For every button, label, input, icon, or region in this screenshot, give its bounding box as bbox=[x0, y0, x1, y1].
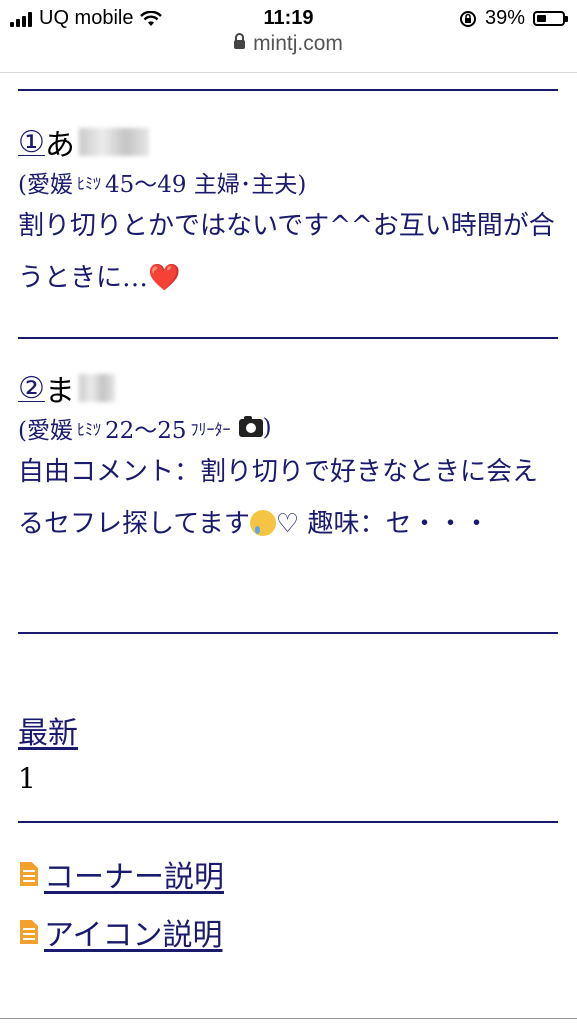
poster-name: あ bbox=[44, 128, 75, 163]
post-number-link[interactable]: ① bbox=[18, 125, 45, 160]
heart-emoji: ❤️ bbox=[148, 263, 181, 293]
blurred-name bbox=[78, 374, 115, 402]
post-body-text-cont: ♡ 趣味：セ・・・ bbox=[275, 509, 490, 539]
rotation-lock-icon bbox=[459, 10, 476, 27]
post-body-text: 割り切りとかではないです^^お互い時間が合うときに… bbox=[18, 211, 555, 293]
camera-icon bbox=[238, 416, 263, 437]
document-icon bbox=[20, 920, 38, 944]
document-icon bbox=[20, 862, 38, 886]
divider bbox=[18, 632, 558, 634]
battery-percent: 39% bbox=[484, 7, 525, 29]
post-number-link[interactable]: ② bbox=[18, 371, 45, 406]
meta-area: (愛媛 bbox=[18, 172, 73, 198]
meta-age-tag: ﾋﾐﾂ bbox=[76, 174, 101, 193]
post-header: ② ま bbox=[18, 368, 563, 409]
icon-description-link[interactable]: アイコン説明 bbox=[20, 910, 223, 954]
divider bbox=[18, 337, 558, 339]
meta-age-tag: ﾋﾐﾂ bbox=[76, 420, 101, 439]
post-item: ① あ (愛媛 ﾋﾐﾂ 45〜49 主婦･主夫) 割り切りとかではないです^^お… bbox=[18, 122, 563, 304]
divider bbox=[18, 89, 558, 91]
blurred-name bbox=[78, 128, 149, 156]
post-meta: (愛媛 ﾋﾐﾂ 45〜49 主婦･主夫) bbox=[18, 166, 563, 198]
url-text: mintj.com bbox=[253, 32, 343, 55]
status-right: 39% bbox=[459, 7, 568, 30]
meta-close: ) bbox=[262, 415, 272, 441]
crying-face-emoji bbox=[249, 510, 276, 536]
post-header: ① あ bbox=[18, 122, 563, 163]
post-item: ② ま (愛媛 ﾋﾐﾂ 22〜25 ﾌﾘｰﾀｰ ) 自由コメント：割り切りで好き… bbox=[18, 368, 563, 550]
latest-link[interactable]: 最新 bbox=[18, 708, 78, 752]
lock-icon bbox=[234, 33, 246, 49]
nav-link-label: コーナー説明 bbox=[44, 860, 224, 895]
meta-job: ﾌﾘｰﾀｰ bbox=[190, 420, 231, 439]
meta-area: (愛媛 bbox=[18, 418, 73, 444]
meta-details: 45〜49 主婦･主夫) bbox=[105, 172, 307, 198]
post-meta: (愛媛 ﾋﾐﾂ 22〜25 ﾌﾘｰﾀｰ ) bbox=[18, 412, 563, 444]
poster-name: ま bbox=[44, 374, 75, 409]
battery-icon bbox=[533, 11, 568, 26]
post-body: 割り切りとかではないです^^お互い時間が合うときに…❤️ bbox=[18, 200, 563, 304]
divider bbox=[18, 821, 558, 823]
bottom-divider bbox=[0, 1018, 577, 1019]
nav-link-label: アイコン説明 bbox=[44, 918, 223, 953]
url-bar[interactable]: mintj.com bbox=[0, 32, 577, 68]
meta-details: 22〜25 bbox=[105, 418, 187, 444]
page-number: 1 bbox=[18, 762, 36, 795]
browser-chrome-divider bbox=[0, 72, 577, 73]
post-body: 自由コメント：割り切りで好きなときに会えるセフレ探してます ♡ 趣味：セ・・・ bbox=[18, 446, 563, 550]
battery-fill bbox=[537, 15, 547, 22]
corner-description-link[interactable]: コーナー説明 bbox=[20, 852, 224, 896]
